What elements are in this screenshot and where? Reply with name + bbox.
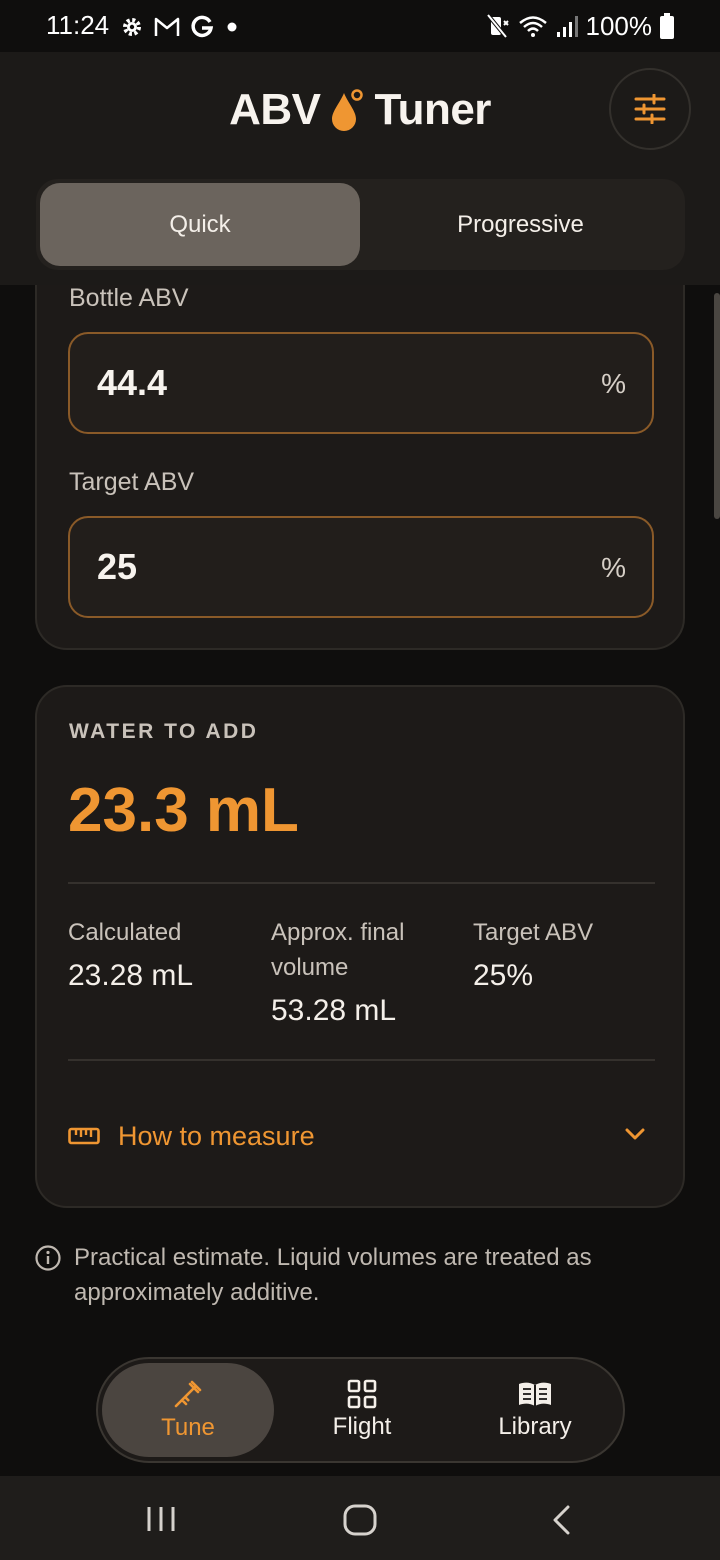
info-icon (35, 1245, 61, 1271)
app-title-right: Tuner (374, 85, 491, 134)
how-to-measure-label: How to measure (118, 1120, 315, 1151)
stat-label: Target ABV (473, 919, 594, 946)
stat-target-abv: Target ABV 25% (473, 915, 663, 998)
status-system-icons: 100% (485, 10, 674, 42)
settings-button[interactable] (609, 68, 691, 150)
nav-tune[interactable]: Tune (102, 1363, 274, 1457)
target-abv-unit: % (601, 552, 626, 583)
tab-quick[interactable]: Quick (40, 183, 360, 266)
nav-flight[interactable]: Flight (276, 1363, 448, 1457)
drop-icon (332, 89, 364, 131)
sliders-icon (634, 94, 666, 124)
system-nav-bar (0, 1476, 720, 1560)
nav-library[interactable]: Library (449, 1363, 621, 1457)
battery-percent: 100% (585, 10, 653, 41)
home-button[interactable] (343, 1504, 377, 1536)
grid-icon (347, 1379, 377, 1409)
nav-label: Library (498, 1413, 572, 1440)
tab-progressive[interactable]: Progressive (360, 183, 681, 266)
bottom-nav: Tune Flight Library (96, 1357, 625, 1463)
bottle-abv-field[interactable]: 44.4 % (68, 332, 654, 434)
scrollbar[interactable] (714, 293, 720, 519)
google-icon (191, 15, 214, 38)
stat-label: Calculated (68, 919, 182, 946)
gmail-icon (154, 17, 180, 36)
mute-icon (485, 13, 509, 39)
nav-label: Tune (161, 1414, 215, 1441)
content-scroll-area[interactable]: Bottle ABV 44.4 % Target ABV 25 % WATER … (0, 285, 720, 1475)
chevron-down-icon (625, 1128, 645, 1140)
input-card: Bottle ABV 44.4 % Target ABV 25 % (35, 285, 685, 650)
target-abv-value: 25 (97, 546, 138, 587)
dot-icon (227, 22, 237, 32)
stat-value: 25% (473, 959, 534, 992)
stat-value: 53.28 mL (271, 994, 397, 1027)
nav-label: Flight (332, 1413, 392, 1440)
wifi-icon (518, 16, 547, 37)
stat-calculated: Calculated 23.28 mL (68, 915, 258, 998)
result-label: WATER TO ADD (69, 720, 259, 743)
divider (68, 1059, 655, 1061)
stat-value: 23.28 mL (68, 959, 194, 992)
stat-final-volume: Approx. final volume 53.28 mL (271, 915, 461, 1033)
gear-icon (123, 18, 141, 36)
battery-icon (660, 13, 674, 39)
result-value: 23.3 mL (68, 776, 299, 845)
result-card: WATER TO ADD 23.3 mL Calculated 23.28 mL… (35, 685, 685, 1208)
target-abv-label: Target ABV (69, 468, 195, 496)
estimate-note: Practical estimate. Liquid volumes are t… (34, 1240, 674, 1310)
bottle-abv-label: Bottle ABV (69, 285, 189, 312)
stat-label: Approx. final volume (271, 919, 405, 981)
bottle-abv-unit: % (601, 368, 626, 399)
signal-icon (556, 16, 578, 37)
back-button[interactable] (550, 1504, 574, 1536)
status-bar: 11:24 100% (0, 0, 720, 52)
note-text: Practical estimate. Liquid volumes are t… (74, 1244, 592, 1306)
app-title-left: ABV (229, 85, 321, 134)
mode-tabs: Quick Progressive (36, 179, 685, 270)
divider (68, 882, 655, 884)
app-header: ABV Tuner Quick Progressive (0, 52, 720, 285)
recent-apps-button[interactable] (146, 1504, 176, 1534)
status-time: 11:24 (46, 10, 110, 40)
target-abv-field[interactable]: 25 % (68, 516, 654, 618)
how-to-measure-toggle[interactable]: How to measure (68, 1112, 655, 1160)
ruler-icon (68, 1127, 100, 1145)
book-icon (519, 1382, 551, 1406)
pipette-icon (174, 1380, 202, 1408)
status-notification-icons (120, 12, 240, 42)
bottle-abv-value: 44.4 (97, 362, 168, 403)
